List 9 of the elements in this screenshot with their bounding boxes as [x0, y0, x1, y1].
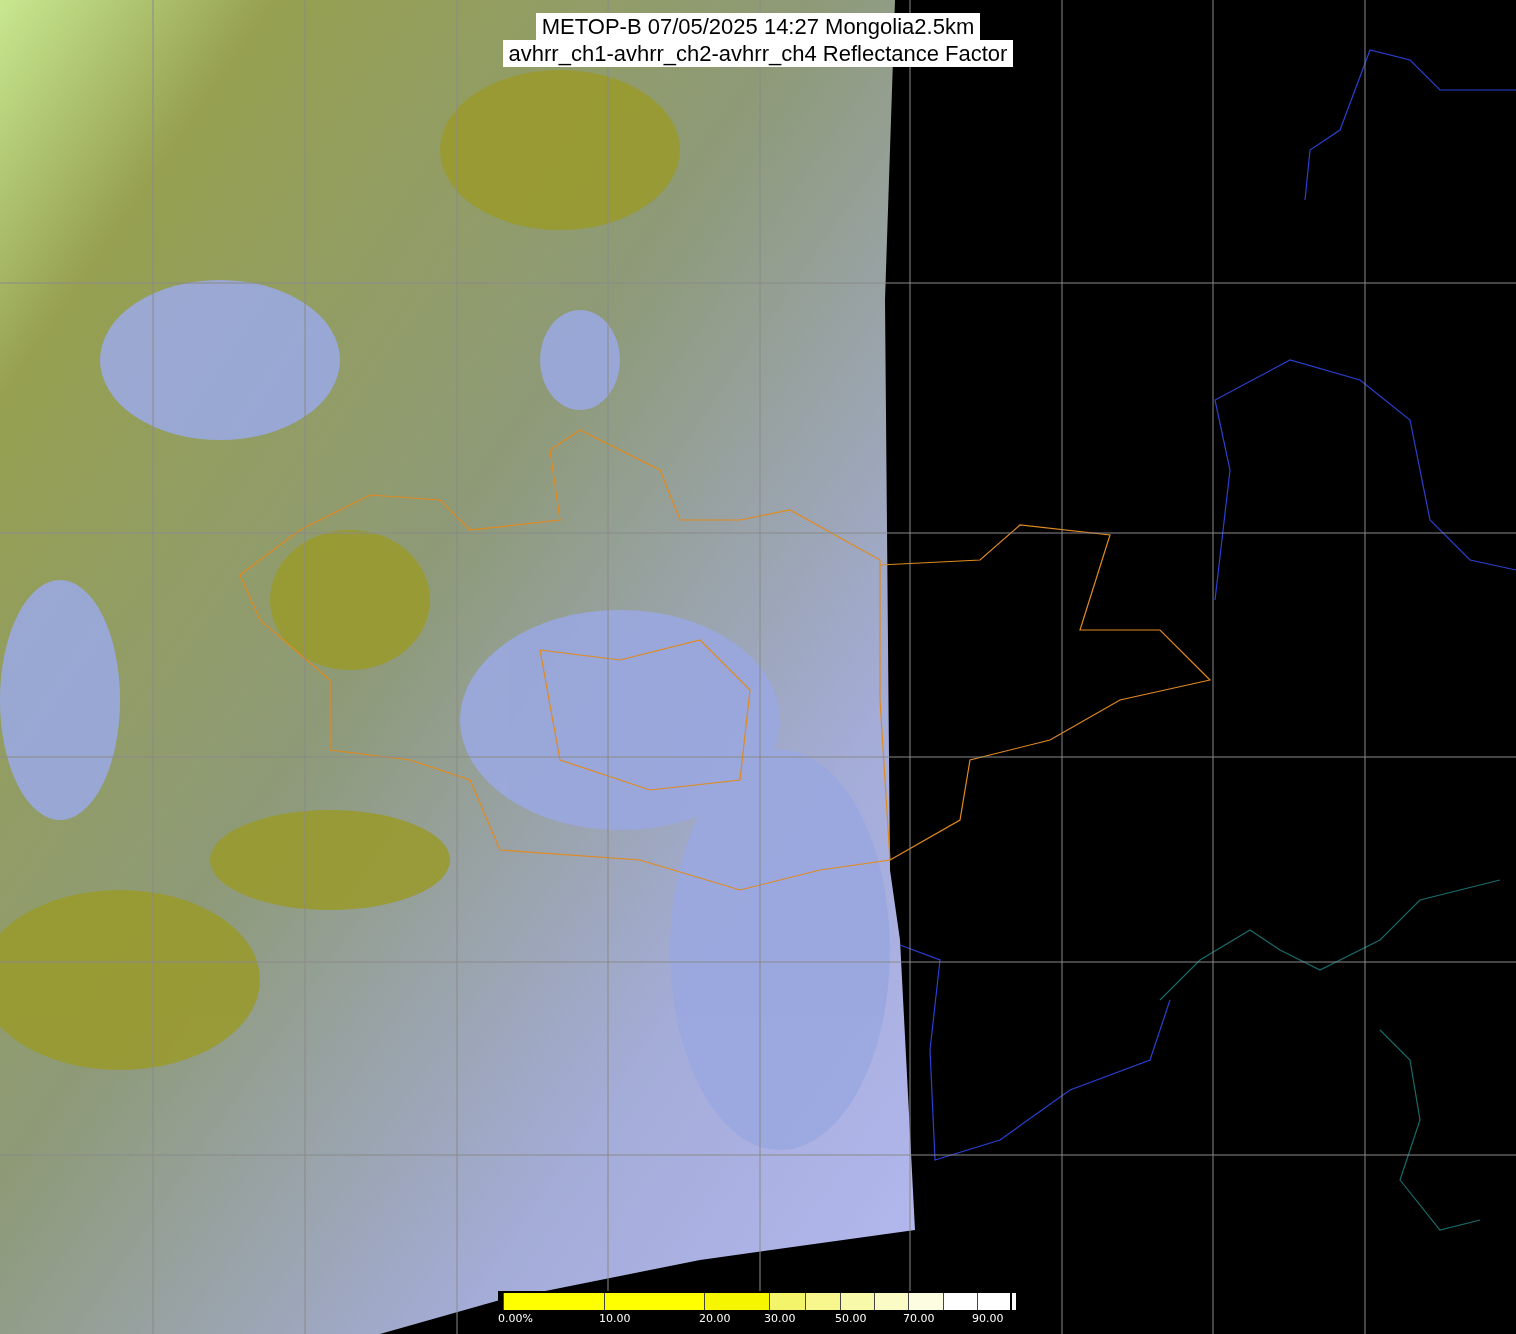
map-title: METOP-B 07/05/2025 14:27 Mongolia2.5km — [535, 13, 981, 40]
colorbar-tick-label: 20.00 — [699, 1312, 731, 1325]
map-title: avhrr_ch1-avhrr_ch2-avhrr_ch4 Reflectance Factor — [502, 40, 1014, 67]
colorbar-tick-label: 70.00 — [903, 1312, 935, 1325]
colorbar-tick-label: 90.00 — [972, 1312, 1004, 1325]
colorbar-tick-label: 30.00 — [764, 1312, 796, 1325]
colorbar-tick-label: 50.00 — [835, 1312, 867, 1325]
colorbar-tick-label: 10.00 — [599, 1312, 631, 1325]
colorbar-tick-label: 0.00% — [498, 1312, 533, 1325]
